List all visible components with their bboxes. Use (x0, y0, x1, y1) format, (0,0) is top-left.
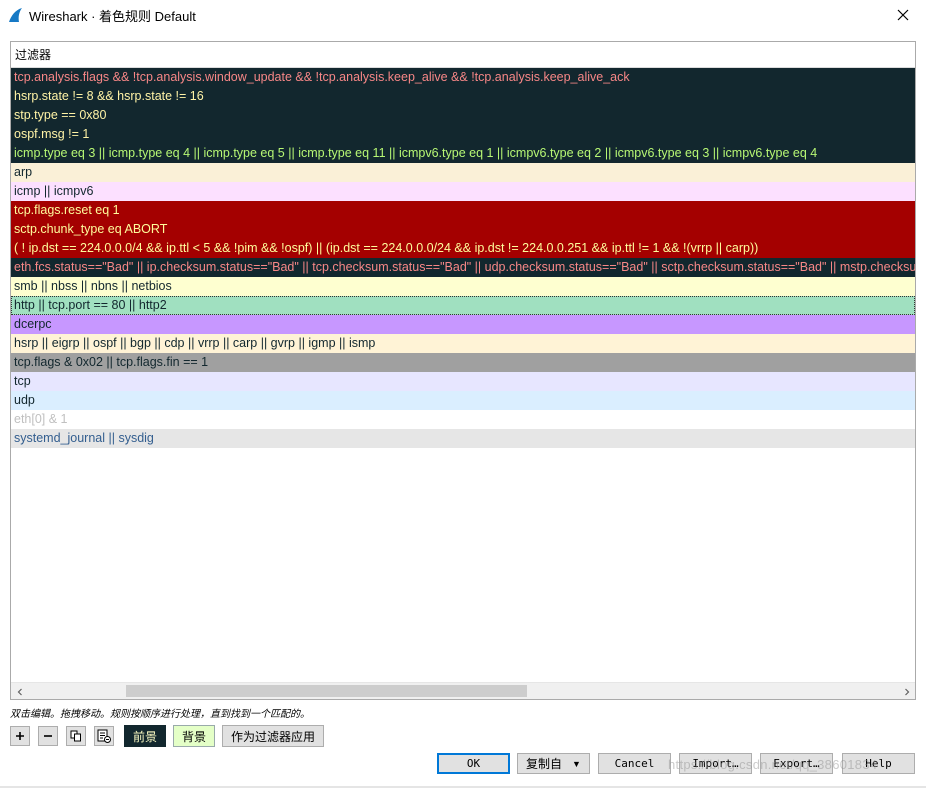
apply-as-filter-button[interactable]: 作为过滤器应用 (222, 725, 325, 747)
help-button[interactable]: Help (842, 753, 915, 774)
scroll-right-button[interactable] (898, 683, 915, 699)
remove-rule-button[interactable] (38, 726, 58, 746)
import-button[interactable]: Import… (679, 753, 752, 774)
copy-from-button[interactable]: 复制自 ▼ (517, 753, 590, 774)
coloring-rule-row[interactable]: tcp.flags.reset eq 1 (11, 201, 915, 220)
clear-list-icon (97, 729, 111, 743)
chevron-right-icon (904, 688, 909, 695)
background-button[interactable]: 背景 (173, 725, 216, 747)
copy-icon (70, 730, 81, 742)
wireshark-fin-icon (9, 8, 22, 22)
foreground-button[interactable]: 前景 (124, 725, 167, 747)
coloring-rule-row[interactable]: tcp (11, 372, 915, 391)
coloring-rule-row[interactable]: tcp.flags & 0x02 || tcp.flags.fin == 1 (11, 353, 915, 372)
hint-text: 双击编辑。拖拽移动。规则按顺序进行处理，直到找到一个匹配的。 (10, 709, 310, 720)
coloring-rule-row[interactable]: icmp.type eq 3 || icmp.type eq 4 || icmp… (11, 144, 915, 163)
chevron-left-icon (17, 688, 22, 695)
coloring-rule-row[interactable]: smb || nbss || nbns || netbios (11, 277, 915, 296)
plus-icon (16, 732, 24, 740)
coloring-rule-row[interactable]: stp.type == 0x80 (11, 106, 915, 125)
coloring-rule-row[interactable]: ospf.msg != 1 (11, 125, 915, 144)
dialog-buttons: OK 复制自 ▼ Cancel Import… Export… Help (0, 753, 926, 775)
coloring-rule-row[interactable]: systemd_journal || sysdig (11, 429, 915, 448)
window-title: Wireshark · 着色规则 Default (29, 8, 196, 24)
coloring-rule-row[interactable]: tcp.analysis.flags && !tcp.analysis.wind… (11, 68, 915, 87)
clear-rules-button[interactable] (94, 726, 114, 746)
coloring-rule-row[interactable]: icmp || icmpv6 (11, 182, 915, 201)
coloring-rule-row[interactable]: udp (11, 391, 915, 410)
copy-from-label: 复制自 (526, 757, 563, 771)
cancel-button[interactable]: Cancel (598, 753, 671, 774)
scrollbar-thumb[interactable] (126, 685, 527, 697)
scroll-left-button[interactable] (11, 683, 28, 699)
add-rule-button[interactable] (10, 726, 30, 746)
rules-rows: tcp.analysis.flags && !tcp.analysis.wind… (11, 68, 915, 448)
coloring-rule-row[interactable]: dcerpc (11, 315, 915, 334)
horizontal-scrollbar[interactable] (11, 682, 915, 699)
coloring-rule-row[interactable]: hsrp.state != 8 && hsrp.state != 16 (11, 87, 915, 106)
title-bar: Wireshark · 着色规则 Default (0, 0, 926, 30)
column-header-filter[interactable]: 过滤器 (11, 42, 915, 68)
close-icon (897, 9, 909, 21)
rule-toolbar: 前景 背景 作为过滤器应用 (10, 725, 325, 747)
ok-button[interactable]: OK (437, 753, 510, 774)
coloring-rule-row[interactable]: http || tcp.port == 80 || http2 (11, 296, 915, 315)
minus-icon (44, 735, 52, 737)
coloring-rules-list[interactable]: 过滤器 tcp.analysis.flags && !tcp.analysis.… (10, 41, 916, 700)
coloring-rule-row[interactable]: ( ! ip.dst == 224.0.0.0/4 && ip.ttl < 5 … (11, 239, 915, 258)
coloring-rule-row[interactable]: eth[0] & 1 (11, 410, 915, 429)
coloring-rule-row[interactable]: hsrp || eigrp || ospf || bgp || cdp || v… (11, 334, 915, 353)
copy-rule-button[interactable] (66, 726, 86, 746)
coloring-rule-row[interactable]: eth.fcs.status=="Bad" || ip.checksum.sta… (11, 258, 915, 277)
export-button[interactable]: Export… (760, 753, 833, 774)
close-button[interactable] (880, 0, 926, 30)
coloring-rule-row[interactable]: arp (11, 163, 915, 182)
coloring-rule-row[interactable]: sctp.chunk_type eq ABORT (11, 220, 915, 239)
dropdown-arrow-icon: ▼ (572, 758, 581, 769)
